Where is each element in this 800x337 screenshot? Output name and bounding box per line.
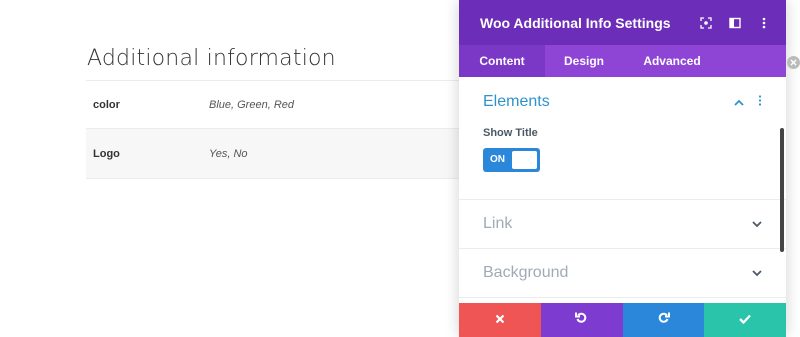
save-button[interactable] [704, 303, 786, 337]
section-menu-icon[interactable] [758, 93, 762, 111]
page-heading: Additional information [87, 46, 336, 71]
more-vertical-icon[interactable] [757, 16, 771, 30]
close-icon [495, 311, 505, 329]
undo-icon [575, 311, 588, 329]
show-title-toggle[interactable]: ON [483, 148, 540, 172]
tab-design[interactable]: Design [545, 45, 623, 77]
chevron-down-icon[interactable] [752, 264, 762, 282]
section-title: Link [483, 215, 513, 232]
section-title: Background [483, 264, 569, 281]
settings-modal: Woo Additional Info Settings Content Des… [459, 0, 786, 337]
section-link-header[interactable]: Link [459, 200, 786, 248]
table-row: color Blue, Green, Red [86, 81, 466, 129]
modal-body: Elements Show Title ON Link Background [459, 77, 786, 303]
attribute-name: color [93, 98, 120, 111]
close-icon[interactable] [787, 56, 800, 69]
scrollbar[interactable] [780, 128, 784, 252]
attribute-name: Logo [93, 147, 120, 160]
modal-footer [459, 303, 786, 337]
show-title-label: Show Title [483, 127, 538, 139]
sidebar-layout-icon[interactable] [728, 16, 742, 30]
attribute-value: Blue, Green, Red [209, 98, 294, 111]
section-elements: Elements Show Title ON [459, 77, 786, 200]
redo-button[interactable] [622, 303, 705, 337]
tab-advanced[interactable]: Advanced [623, 45, 721, 77]
redo-icon [657, 311, 670, 329]
header-icons [699, 16, 786, 30]
section-background-header[interactable]: Background [459, 249, 786, 297]
focus-icon[interactable] [699, 16, 713, 30]
toggle-state-label: ON [490, 154, 505, 165]
chevron-down-icon[interactable] [752, 215, 762, 233]
section-background: Background [459, 249, 786, 298]
undo-button[interactable] [540, 303, 623, 337]
additional-info-table: color Blue, Green, Red Logo Yes, No [86, 80, 466, 179]
modal-title: Woo Additional Info Settings [480, 14, 671, 31]
table-row: Logo Yes, No [86, 129, 466, 179]
section-title: Elements [483, 93, 550, 110]
section-elements-header[interactable]: Elements [459, 77, 786, 127]
toggle-knob [512, 151, 537, 169]
discard-button[interactable] [459, 303, 541, 337]
section-link: Link [459, 200, 786, 249]
modal-tabs: Content Design Advanced [459, 45, 786, 77]
chevron-up-icon[interactable] [734, 93, 744, 111]
elements-body: Show Title ON [459, 127, 786, 199]
modal-header[interactable]: Woo Additional Info Settings [459, 0, 786, 45]
tab-content[interactable]: Content [459, 45, 545, 77]
check-icon [739, 311, 751, 329]
attribute-value: Yes, No [209, 147, 248, 160]
